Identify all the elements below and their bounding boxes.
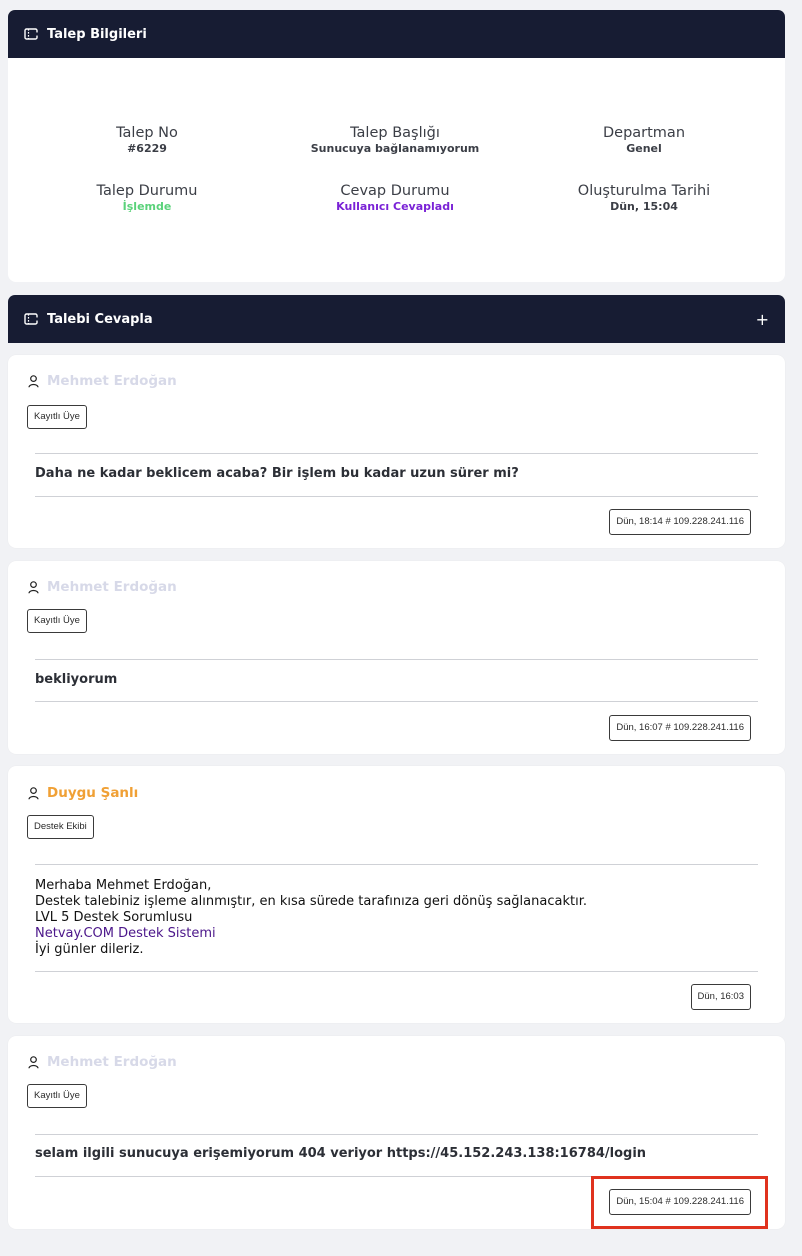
message-card: Duygu Şanlı Destek Ekibi Merhaba Mehmet … [8, 766, 785, 1023]
author-name: Mehmet Erdoğan [47, 373, 177, 389]
message-author: Mehmet Erdoğan [28, 579, 177, 595]
message-author: Duygu Şanlı [28, 785, 138, 801]
user-icon [28, 580, 39, 594]
reply-panel-title: Talebi Cevapla [47, 311, 153, 327]
divider [35, 1134, 758, 1135]
expand-plus-icon[interactable]: + [756, 310, 769, 329]
role-badge: Kayıtlı Üye [27, 609, 87, 633]
divider [35, 453, 758, 454]
highlight-box [591, 1176, 768, 1229]
reply-status-label: Cevap Durumu [340, 183, 450, 199]
ticket-icon [24, 28, 38, 40]
ticket-status-field: Talep Durumu İşlemde [17, 182, 277, 214]
department-label: Departman [602, 125, 686, 141]
message-text: selam ilgili sunucuya erişemiyorum 404 v… [35, 1146, 647, 1161]
divider [35, 659, 758, 660]
ticket-info-header: Talep Bilgileri [8, 10, 785, 58]
message-text: Daha ne kadar beklicem acaba? Bir işlem … [35, 466, 519, 481]
ticket-info-body: Talep No #6229 Talep Başlığı Sunucuya ba… [8, 58, 785, 282]
message-line: Destek talebiniz işleme alınmıştır, en k… [35, 894, 587, 909]
message-timestamp: Dün, 18:14 # 109.228.241.116 [609, 509, 751, 535]
divider [35, 701, 758, 702]
ticket-status-label: Talep Durumu [96, 183, 198, 199]
ticket-icon [24, 313, 38, 325]
divider [35, 864, 758, 865]
divider [35, 496, 758, 497]
reply-panel-header[interactable]: Talebi Cevapla + [8, 295, 785, 343]
role-badge: Destek Ekibi [27, 815, 94, 839]
message-card: Mehmet Erdoğan Kayıtlı Üye Daha ne kadar… [8, 355, 785, 548]
user-icon [28, 1055, 39, 1069]
message-line: İyi günler dileriz. [35, 942, 144, 957]
ticket-no-value: #6229 [127, 142, 167, 155]
message-timestamp: Dün, 16:03 [690, 984, 751, 1010]
department-value: Genel [626, 142, 662, 155]
ticket-subject-label: Talep Başlığı [350, 125, 440, 141]
brand-link[interactable]: Netvay.COM Destek Sistemi [35, 926, 587, 942]
message-line: Merhaba Mehmet Erdoğan, [35, 878, 212, 893]
reply-status-field: Cevap Durumu Kullanıcı Cevapladı [265, 182, 525, 214]
message-author: Mehmet Erdoğan [28, 1054, 177, 1070]
ticket-no-field: Talep No #6229 [17, 124, 277, 156]
message-text: Merhaba Mehmet Erdoğan, Destek talebiniz… [35, 878, 587, 958]
author-name: Mehmet Erdoğan [47, 579, 177, 595]
created-at-field: Oluşturulma Tarihi Dün, 15:04 [514, 182, 774, 214]
department-field: Departman Genel [514, 124, 774, 156]
user-icon [28, 786, 39, 800]
created-at-label: Oluşturulma Tarihi [577, 183, 711, 199]
message-line: LVL 5 Destek Sorumlusu [35, 910, 193, 925]
author-name: Duygu Şanlı [47, 785, 139, 801]
ticket-info-title: Talep Bilgileri [47, 26, 147, 42]
message-card: Mehmet Erdoğan Kayıtlı Üye bekliyorum Dü… [8, 561, 785, 754]
role-badge: Kayıtlı Üye [27, 1084, 87, 1108]
ticket-subject-value: Sunucuya bağlanamıyorum [310, 142, 480, 155]
created-at-value: Dün, 15:04 [610, 200, 678, 213]
ticket-no-label: Talep No [116, 125, 178, 141]
message-author: Mehmet Erdoğan [28, 373, 177, 389]
role-badge: Kayıtlı Üye [27, 405, 87, 429]
reply-status-value: Kullanıcı Cevapladı [336, 200, 454, 213]
ticket-status-value: İşlemde [122, 200, 172, 213]
author-name: Mehmet Erdoğan [47, 1054, 177, 1070]
ticket-subject-field: Talep Başlığı Sunucuya bağlanamıyorum [265, 124, 525, 156]
message-timestamp: Dün, 16:07 # 109.228.241.116 [609, 715, 751, 741]
user-icon [28, 374, 39, 388]
divider [35, 971, 758, 972]
message-text: bekliyorum [35, 672, 118, 687]
